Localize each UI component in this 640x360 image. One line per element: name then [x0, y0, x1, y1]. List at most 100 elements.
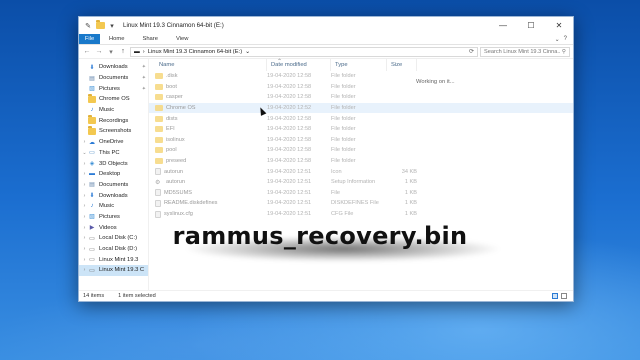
selection-count: 1 item selected: [118, 293, 156, 299]
address-toolbar: ← → ▾ ↑ ▬ › Linux Mint 19.3 Cinnamon 64-…: [79, 45, 573, 59]
expand-chevron-icon[interactable]: ›: [81, 214, 88, 220]
address-bar[interactable]: ▬ › Linux Mint 19.3 Cinnamon 64-bit (E:)…: [130, 46, 478, 57]
3d-objects-icon: ◈: [89, 161, 95, 168]
file-row[interactable]: MD5SUMS 19-04-2020 12:51 File 1 KB: [149, 188, 573, 199]
expand-chevron-icon[interactable]: ›: [81, 203, 88, 209]
nav-item-label: Documents: [99, 75, 129, 82]
column-name[interactable]: Name: [155, 59, 267, 71]
expand-chevron-icon[interactable]: ›: [81, 267, 88, 273]
address-dropdown-icon[interactable]: ⌄: [245, 49, 250, 55]
tab-view[interactable]: View: [167, 34, 197, 44]
breadcrumb-drive[interactable]: Linux Mint 19.3 Cinnamon 64-bit (E:): [148, 49, 242, 55]
large-icons-view-icon[interactable]: [561, 293, 567, 299]
column-headers: Name Date modified Type Size ⌃: [149, 59, 573, 71]
file-row[interactable]: boot 19-04-2020 12:58 File folder: [149, 82, 573, 93]
close-button[interactable]: ✕: [545, 17, 573, 34]
nav-item[interactable]: ▧ Pictures ✦: [79, 83, 148, 94]
file-row[interactable]: preseed 19-04-2020 12:58 File folder: [149, 156, 573, 167]
nav-item[interactable]: Screenshots: [79, 125, 148, 137]
items-count: 14 items: [83, 293, 105, 299]
tab-home[interactable]: Home: [100, 34, 133, 44]
forward-arrow-icon[interactable]: →: [94, 48, 104, 55]
file-type: File folder: [331, 83, 356, 90]
nav-item-label: This PC: [99, 149, 120, 156]
file-date: 19-04-2020 12:58: [267, 158, 312, 165]
recent-chevron-icon[interactable]: ▾: [106, 48, 116, 56]
folder-icon: [155, 105, 163, 112]
search-input[interactable]: [484, 48, 560, 55]
file-name: casper: [166, 94, 183, 101]
nav-item-label: Pictures: [99, 85, 120, 92]
file-row[interactable]: pool 19-04-2020 12:58 File folder: [149, 145, 573, 156]
file-date: 19-04-2020 12:58: [267, 126, 312, 133]
file-row[interactable]: EFI 19-04-2020 12:58 File folder: [149, 124, 573, 135]
file-row[interactable]: ⚙ autorun 19-04-2020 12:51 Setup Informatio…: [149, 177, 573, 188]
file-type: CFG File: [331, 211, 354, 218]
refresh-icon[interactable]: ⟳: [469, 48, 474, 55]
file-row[interactable]: README.diskdefines 19-04-2020 12:51 DISKDE…: [149, 198, 573, 209]
file-row[interactable]: syslinux.cfg 19-04-2020 12:51 CFG File 1 KB: [149, 209, 573, 220]
file-date: 19-04-2020 12:51: [267, 168, 312, 175]
details-view-icon[interactable]: [552, 293, 558, 299]
file-date: 19-04-2020 12:51: [267, 179, 312, 186]
file-name: preseed: [166, 158, 187, 165]
navigation-pane: ⬇ Downloads ✦ ▤ Documents ✦ ▧ Pictures ✦ Chrome O…: [79, 59, 149, 290]
file-name-cell: MD5SUMS: [155, 189, 267, 197]
nav-item[interactable]: › ☁ OneDrive: [79, 137, 148, 148]
file-row[interactable]: Chrome OS 19-04-2020 12:52 File folder: [149, 102, 573, 114]
nav-item[interactable]: › ⬇ Downloads: [79, 190, 148, 201]
expand-chevron-icon[interactable]: ›: [81, 161, 88, 167]
up-arrow-icon[interactable]: ↑: [118, 48, 128, 55]
expand-chevron-icon[interactable]: ⌄: [81, 150, 88, 156]
nav-item[interactable]: ▤ Documents ✦: [79, 73, 148, 84]
nav-item-label: Screenshots: [99, 128, 132, 135]
nav-item-label: Pictures: [99, 213, 120, 220]
nav-item[interactable]: › ▭ Linux Mint 19.3 C: [79, 265, 148, 276]
desktop-icon: ▬: [89, 171, 95, 178]
file-size: 34 KB: [401, 168, 417, 175]
expand-chevron-icon[interactable]: ›: [81, 193, 88, 199]
nav-item[interactable]: › ▤ Documents: [79, 180, 148, 191]
folder-icon: [155, 94, 163, 101]
chevron-down-icon[interactable]: ▾: [107, 21, 117, 31]
nav-item[interactable]: Recordings: [79, 115, 148, 126]
tab-file[interactable]: File: [79, 34, 100, 44]
nav-item[interactable]: › ◈ 3D Objects: [79, 158, 148, 169]
file-type: File folder: [331, 105, 356, 112]
file-type: File: [331, 189, 341, 196]
file-row[interactable]: dists 19-04-2020 12:58 File folder: [149, 113, 573, 124]
expand-chevron-icon[interactable]: ›: [81, 257, 88, 263]
expand-chevron-icon[interactable]: ›: [81, 139, 88, 145]
nav-item[interactable]: ♪ Music: [79, 105, 148, 116]
tab-share[interactable]: Share: [133, 34, 166, 44]
nav-item[interactable]: ⬇ Downloads ✦: [79, 62, 148, 73]
nav-item[interactable]: › ▧ Pictures: [79, 212, 148, 223]
maximize-button[interactable]: ☐: [517, 17, 545, 34]
expand-chevron-icon[interactable]: ›: [81, 182, 88, 188]
minimize-button[interactable]: —: [489, 17, 517, 34]
nav-item[interactable]: › ♪ Music: [79, 201, 148, 212]
folder-icon: [95, 20, 105, 31]
back-arrow-icon[interactable]: ←: [82, 48, 92, 55]
nav-item[interactable]: Chrome OS: [79, 93, 148, 105]
file-row[interactable]: .disk 19-04-2020 12:58 File folder: [149, 71, 573, 82]
help-icon[interactable]: ?: [564, 36, 567, 42]
pc-icon: ▭: [89, 150, 95, 157]
nav-item[interactable]: ⌄ ▭ This PC: [79, 148, 148, 159]
quick-access-pin-icon[interactable]: ✎: [83, 21, 93, 31]
file-icon: [155, 210, 161, 218]
nav-item[interactable]: › ▬ Desktop: [79, 169, 148, 180]
nav-item[interactable]: › ▭ Linux Mint 19.3: [79, 254, 148, 265]
search-box[interactable]: ⚲: [480, 46, 570, 57]
file-name-cell: ⚙ autorun: [155, 179, 267, 186]
file-name: pool: [166, 147, 177, 154]
file-date: 19-04-2020 12:58: [267, 147, 312, 154]
file-row[interactable]: autorun 19-04-2020 12:51 Icon 34 KB: [149, 166, 573, 177]
file-row[interactable]: casper 19-04-2020 12:58 File folder: [149, 92, 573, 103]
expand-chevron-icon[interactable]: ›: [81, 171, 88, 177]
folder-icon: [88, 115, 96, 125]
column-type[interactable]: Type: [331, 59, 387, 71]
collapse-ribbon-icon[interactable]: ⌄: [555, 36, 560, 43]
file-row[interactable]: isolinux 19-04-2020 12:58 File folder: [149, 135, 573, 146]
column-size[interactable]: Size: [387, 59, 417, 71]
